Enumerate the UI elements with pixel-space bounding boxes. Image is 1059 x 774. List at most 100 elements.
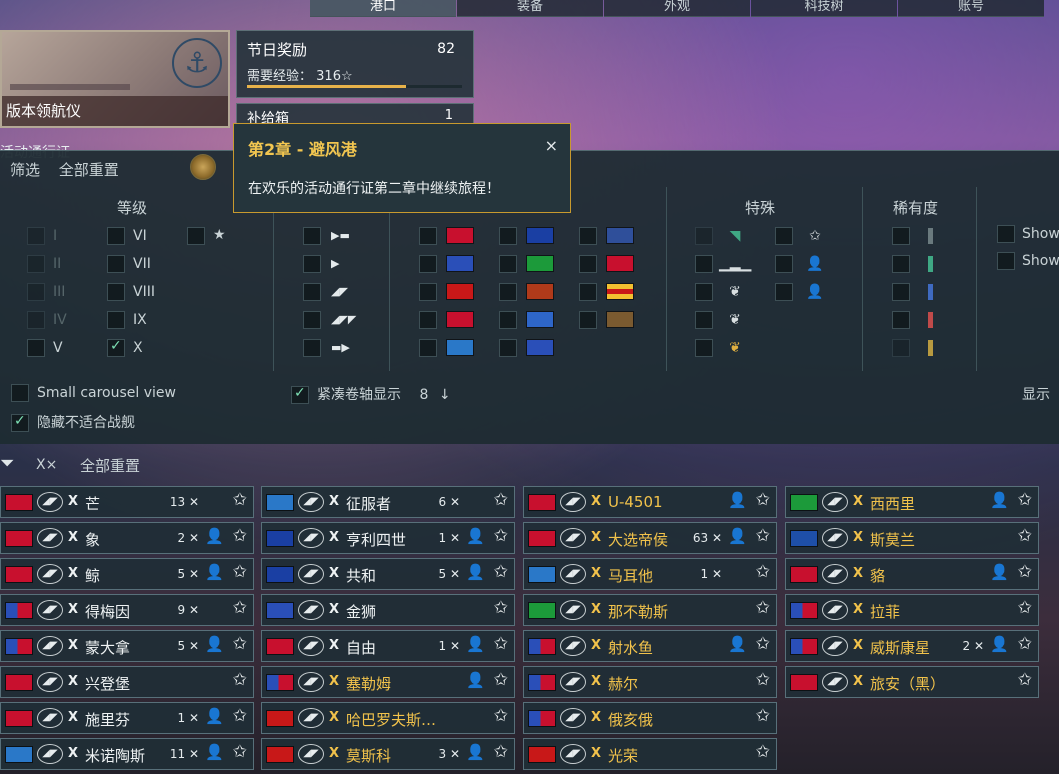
star-outline-icon[interactable]: ✩	[1018, 634, 1032, 654]
star-outline-icon[interactable]: ✩	[756, 634, 770, 654]
ship-card[interactable]: ◢◤ X 俄亥俄 ✩	[523, 702, 777, 734]
rarity-checkbox[interactable]	[892, 283, 910, 301]
special-checkbox[interactable]	[695, 339, 713, 357]
ship-card[interactable]: ◢◤ X 鲸 5 ✕ 👤 ✩	[0, 558, 254, 590]
rarity-checkbox[interactable]	[892, 227, 910, 245]
tier-checkbox-10[interactable]	[107, 338, 125, 357]
tier-checkbox-5[interactable]	[27, 339, 45, 357]
star-outline-icon[interactable]: ✩	[756, 490, 770, 510]
star-outline-icon[interactable]: ✩	[756, 598, 770, 618]
tier-checkbox-4[interactable]	[27, 311, 45, 329]
star-outline-icon[interactable]: ✩	[1018, 670, 1032, 690]
ship-card[interactable]: ◢◤ X 旅安（黑） ✩	[785, 666, 1039, 698]
tier-checkbox-7[interactable]	[107, 255, 125, 273]
tier-checkbox-star[interactable]	[187, 227, 205, 245]
star-outline-icon[interactable]: ✩	[494, 490, 508, 510]
nation-checkbox[interactable]	[419, 283, 437, 301]
nation-checkbox[interactable]	[499, 283, 517, 301]
type-checkbox-battleship[interactable]	[303, 311, 321, 329]
ship-card[interactable]: ◢◤ X 象 2 ✕ 👤 ✩	[0, 522, 254, 554]
ship-card[interactable]: ◢◤ X 西西里 👤 ✩	[785, 486, 1039, 518]
compact-carousel-checkbox[interactable]	[291, 385, 309, 404]
nation-checkbox[interactable]	[579, 255, 597, 273]
ship-card[interactable]: ◢◤ X 莫斯科 3 ✕ 👤 ✩	[261, 738, 515, 770]
ship-card[interactable]: ◢◤ X 亨利四世 1 ✕ 👤 ✩	[261, 522, 515, 554]
special-checkbox[interactable]	[695, 311, 713, 329]
nation-checkbox[interactable]	[499, 227, 517, 245]
star-outline-icon[interactable]: ✩	[1018, 598, 1032, 618]
star-outline-icon[interactable]: ✩	[756, 742, 770, 762]
special-checkbox[interactable]	[775, 255, 793, 273]
ship-card[interactable]: ◢◤ X 施里芬 1 ✕ 👤 ✩	[0, 702, 254, 734]
ship-card[interactable]: ◢◤ X 光荣 ✩	[523, 738, 777, 770]
star-outline-icon[interactable]: ✩	[756, 562, 770, 582]
ship-card[interactable]: ◢◤ X 威斯康星 2 ✕ 👤 ✩	[785, 630, 1039, 662]
ship-card[interactable]: ◢◤ X 得梅因 9 ✕ ✩	[0, 594, 254, 626]
ship-card[interactable]: ◢◤ X 马耳他 1 ✕ ✩	[523, 558, 777, 590]
tab-tech-tree[interactable]: 科技树	[751, 0, 897, 17]
ship-card[interactable]: ◢◤ X 斯莫兰 ✩	[785, 522, 1039, 554]
ship-card[interactable]: ◢◤ X 金狮 ✩	[261, 594, 515, 626]
ship-card[interactable]: ◢◤ X 哈巴罗夫斯… ✩	[261, 702, 515, 734]
reset-all-link[interactable]: 全部重置	[59, 161, 119, 179]
star-outline-icon[interactable]: ✩	[233, 670, 247, 690]
ship-card[interactable]: ◢◤ X 芒 13 ✕ ✩	[0, 486, 254, 518]
nation-checkbox[interactable]	[579, 283, 597, 301]
star-outline-icon[interactable]: ✩	[1018, 490, 1032, 510]
nation-checkbox[interactable]	[579, 311, 597, 329]
event-card[interactable]: ⚓ 版本领航仪	[0, 30, 230, 128]
nation-checkbox[interactable]	[419, 339, 437, 357]
tier-checkbox-9[interactable]	[107, 311, 125, 329]
tab-appearance[interactable]: 外观	[604, 0, 750, 17]
ship-card[interactable]: ◢◤ X 自由 1 ✕ 👤 ✩	[261, 630, 515, 662]
star-outline-icon[interactable]: ✩	[233, 634, 247, 654]
supply-box-card[interactable]: 补给箱 1	[236, 103, 474, 127]
type-checkbox-submarine[interactable]	[303, 227, 321, 245]
type-checkbox-cruiser[interactable]	[303, 283, 321, 301]
ship-card[interactable]: ◢◤ X 米诺陶斯 11 ✕ 👤 ✩	[0, 738, 254, 770]
compact-rows-value[interactable]: 8	[419, 387, 428, 403]
star-outline-icon[interactable]: ✩	[756, 526, 770, 546]
hide-unsuitable-checkbox[interactable]	[11, 413, 29, 432]
ship-card[interactable]: ◢◤ X U-4501 👤 ✩	[523, 486, 777, 518]
ship-card[interactable]: ◢◤ X 蒙大拿 5 ✕ 👤 ✩	[0, 630, 254, 662]
special-checkbox[interactable]	[695, 255, 713, 273]
ship-card[interactable]: ◢◤ X 貉 👤 ✩	[785, 558, 1039, 590]
star-outline-icon[interactable]: ✩	[756, 706, 770, 726]
tier-checkbox-1[interactable]	[27, 227, 45, 245]
arrow-down-icon[interactable]: ↓	[439, 387, 451, 403]
reset-all-button[interactable]: 全部重置	[80, 455, 140, 476]
close-icon[interactable]: ×	[545, 136, 558, 155]
star-outline-icon[interactable]: ✩	[756, 670, 770, 690]
star-outline-icon[interactable]: ✩	[494, 598, 508, 618]
small-carousel-checkbox[interactable]	[11, 384, 29, 402]
nation-checkbox[interactable]	[419, 227, 437, 245]
tab-equipment[interactable]: 装备	[457, 0, 603, 17]
show-checkbox[interactable]	[997, 225, 1015, 243]
rarity-checkbox[interactable]	[892, 255, 910, 273]
small-carousel-option[interactable]: Small carousel view	[11, 384, 176, 402]
special-checkbox[interactable]	[695, 227, 713, 245]
star-outline-icon[interactable]: ✩	[233, 526, 247, 546]
funnel-icon[interactable]: ⏷	[0, 455, 22, 473]
tier-checkbox-6[interactable]	[107, 227, 125, 245]
ship-card[interactable]: ◢◤ X 拉菲 ✩	[785, 594, 1039, 626]
star-outline-icon[interactable]: ✩	[494, 742, 508, 762]
nation-checkbox[interactable]	[419, 255, 437, 273]
nation-checkbox[interactable]	[499, 311, 517, 329]
star-outline-icon[interactable]: ✩	[494, 634, 508, 654]
compact-carousel-option[interactable]: 紧凑卷轴显示 8 ↓	[291, 384, 451, 404]
star-outline-icon[interactable]: ✩	[1018, 562, 1032, 582]
special-checkbox[interactable]	[775, 283, 793, 301]
ship-card[interactable]: ◢◤ X 射水鱼 👤 ✩	[523, 630, 777, 662]
type-checkbox-carrier[interactable]	[303, 339, 321, 357]
ship-card[interactable]: ◢◤ X 赫尔 ✩	[523, 666, 777, 698]
ship-card[interactable]: ◢◤ X 兴登堡 ✩	[0, 666, 254, 698]
chapter-orb-icon[interactable]	[190, 154, 216, 180]
star-outline-icon[interactable]: ✩	[233, 490, 247, 510]
star-outline-icon[interactable]: ✩	[494, 670, 508, 690]
ship-card[interactable]: ◢◤ X 那不勒斯 ✩	[523, 594, 777, 626]
holiday-reward-card[interactable]: 节日奖励 82 需要经验： 316☆	[236, 30, 474, 98]
star-outline-icon[interactable]: ✩	[233, 562, 247, 582]
special-checkbox[interactable]	[775, 227, 793, 245]
